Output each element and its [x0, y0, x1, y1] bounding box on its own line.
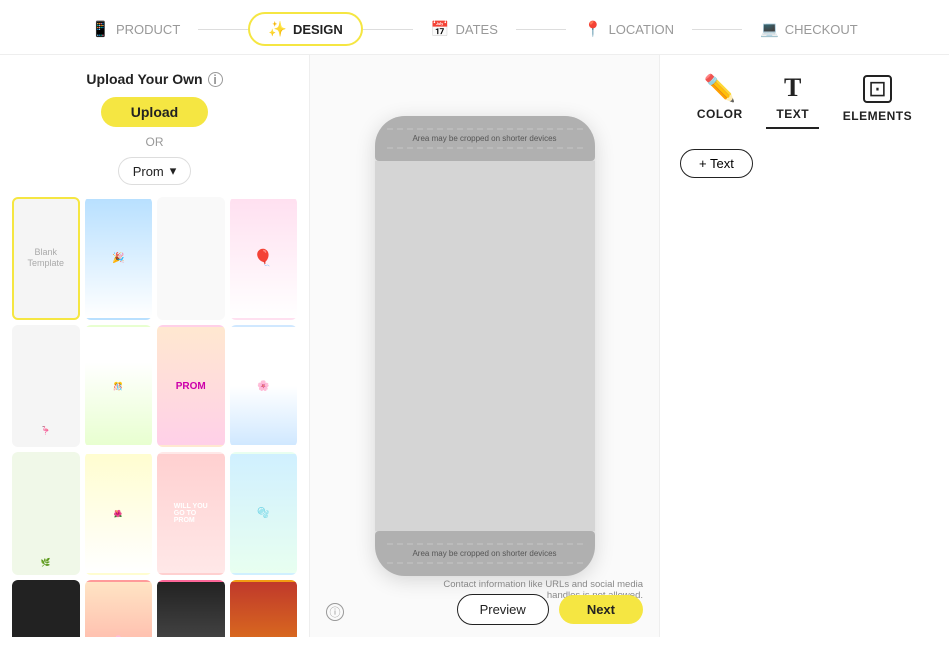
- prom-dropdown[interactable]: Prom ▾: [118, 157, 192, 185]
- template-12[interactable]: PROM: [12, 580, 80, 637]
- nav-connector-3: [516, 29, 566, 30]
- tool-text[interactable]: T TEXT: [766, 71, 819, 129]
- template-14[interactable]: PROM: [157, 580, 225, 637]
- template-grid: BlankTemplate 🎉 🎈 🦩 🎊 PROM 🌸: [12, 197, 297, 637]
- elements-icon: ⊡: [863, 75, 891, 103]
- template-11[interactable]: 🫧: [230, 452, 298, 575]
- nav-connector-4: [692, 29, 742, 30]
- bottom-bar-text: Area may be cropped on shorter devices: [412, 549, 556, 558]
- phone-bottom-bar: Area may be cropped on shorter devices: [375, 531, 595, 576]
- bottom-dashed-line-2: [387, 562, 583, 564]
- preview-button[interactable]: Preview: [457, 594, 549, 625]
- template-2[interactable]: [157, 197, 225, 320]
- main-layout: Upload Your Own i Upload OR Prom ▾ Blank…: [0, 55, 949, 637]
- bottom-dashed-line: [387, 543, 583, 545]
- template-4[interactable]: 🦩: [12, 325, 80, 448]
- template-3[interactable]: 🎈: [230, 197, 298, 320]
- info-icon-symbol: ⓘ: [330, 604, 341, 620]
- top-dashed-line: [387, 128, 583, 130]
- nav-connector-1: [198, 29, 248, 30]
- nav-product-label: PRODUCT: [116, 22, 180, 37]
- prom-dropdown-label: Prom: [133, 164, 164, 179]
- top-bar-text: Area may be cropped on shorter devices: [412, 134, 556, 143]
- color-label: COLOR: [697, 107, 743, 121]
- tool-color[interactable]: ✏️ COLOR: [687, 71, 753, 129]
- next-button[interactable]: Next: [559, 595, 643, 624]
- template-6[interactable]: PROM: [157, 325, 225, 448]
- blank-label: BlankTemplate: [27, 247, 64, 270]
- text-icon: T: [784, 75, 801, 101]
- location-icon: 📍: [584, 20, 603, 38]
- upload-section: Upload Your Own i Upload OR Prom ▾: [12, 71, 297, 185]
- add-text-button[interactable]: + Text: [680, 149, 753, 178]
- nav-connector-2: [363, 29, 413, 30]
- nav-location-label: LOCATION: [609, 22, 675, 37]
- left-panel: Upload Your Own i Upload OR Prom ▾ Blank…: [0, 55, 310, 637]
- info-circle-icon: i: [208, 72, 223, 87]
- design-icon: ✨: [268, 20, 287, 38]
- text-label: TEXT: [776, 107, 809, 121]
- upload-title: Upload Your Own i: [12, 71, 297, 87]
- nav-dates-label: DATES: [455, 22, 497, 37]
- template-7[interactable]: 🌸: [230, 325, 298, 448]
- template-15[interactable]: [230, 580, 298, 637]
- elements-label: ELEMENTS: [843, 109, 912, 123]
- template-8[interactable]: 🌿: [12, 452, 80, 575]
- right-panel: ✏️ COLOR T TEXT ⊡ ELEMENTS + Text: [659, 55, 949, 637]
- nav-design-label: DESIGN: [293, 22, 343, 37]
- tool-tabs: ✏️ COLOR T TEXT ⊡ ELEMENTS: [680, 71, 929, 129]
- upload-title-text: Upload Your Own: [86, 71, 202, 87]
- nav-checkout-label: CHECKOUT: [785, 22, 858, 37]
- nav-step-location[interactable]: 📍 LOCATION: [566, 14, 692, 44]
- checkout-icon: 💻: [760, 20, 779, 38]
- top-navigation: 📱 PRODUCT ✨ DESIGN 📅 DATES 📍 LOCATION 💻 …: [0, 0, 949, 55]
- phone-body: [375, 161, 595, 531]
- product-icon: 📱: [91, 20, 110, 38]
- or-divider: OR: [12, 135, 297, 149]
- template-blank[interactable]: BlankTemplate: [12, 197, 80, 320]
- chevron-down-icon: ▾: [170, 163, 177, 179]
- info-icon: ⓘ: [326, 603, 344, 621]
- nav-step-design[interactable]: ✨ DESIGN: [248, 12, 363, 46]
- color-icon: ✏️: [704, 75, 736, 101]
- upload-button[interactable]: Upload: [101, 97, 208, 127]
- nav-step-dates[interactable]: 📅 DATES: [413, 14, 516, 44]
- center-panel: Area may be cropped on shorter devices A…: [310, 55, 659, 637]
- bottom-actions: Preview Next: [457, 594, 643, 625]
- template-10[interactable]: WILL YOUGO TOPROM: [157, 452, 225, 575]
- phone-preview: Area may be cropped on shorter devices A…: [375, 116, 595, 576]
- phone-top-bar: Area may be cropped on shorter devices: [375, 116, 595, 161]
- template-13[interactable]: 🌸: [85, 580, 153, 637]
- nav-step-product[interactable]: 📱 PRODUCT: [73, 14, 198, 44]
- nav-step-checkout[interactable]: 💻 CHECKOUT: [742, 14, 876, 44]
- dates-icon: 📅: [431, 20, 450, 38]
- tool-elements[interactable]: ⊡ ELEMENTS: [833, 71, 922, 129]
- template-9[interactable]: 🌺: [85, 452, 153, 575]
- template-5[interactable]: 🎊: [85, 325, 153, 448]
- template-1[interactable]: 🎉: [85, 197, 153, 320]
- top-dashed-line-2: [387, 147, 583, 149]
